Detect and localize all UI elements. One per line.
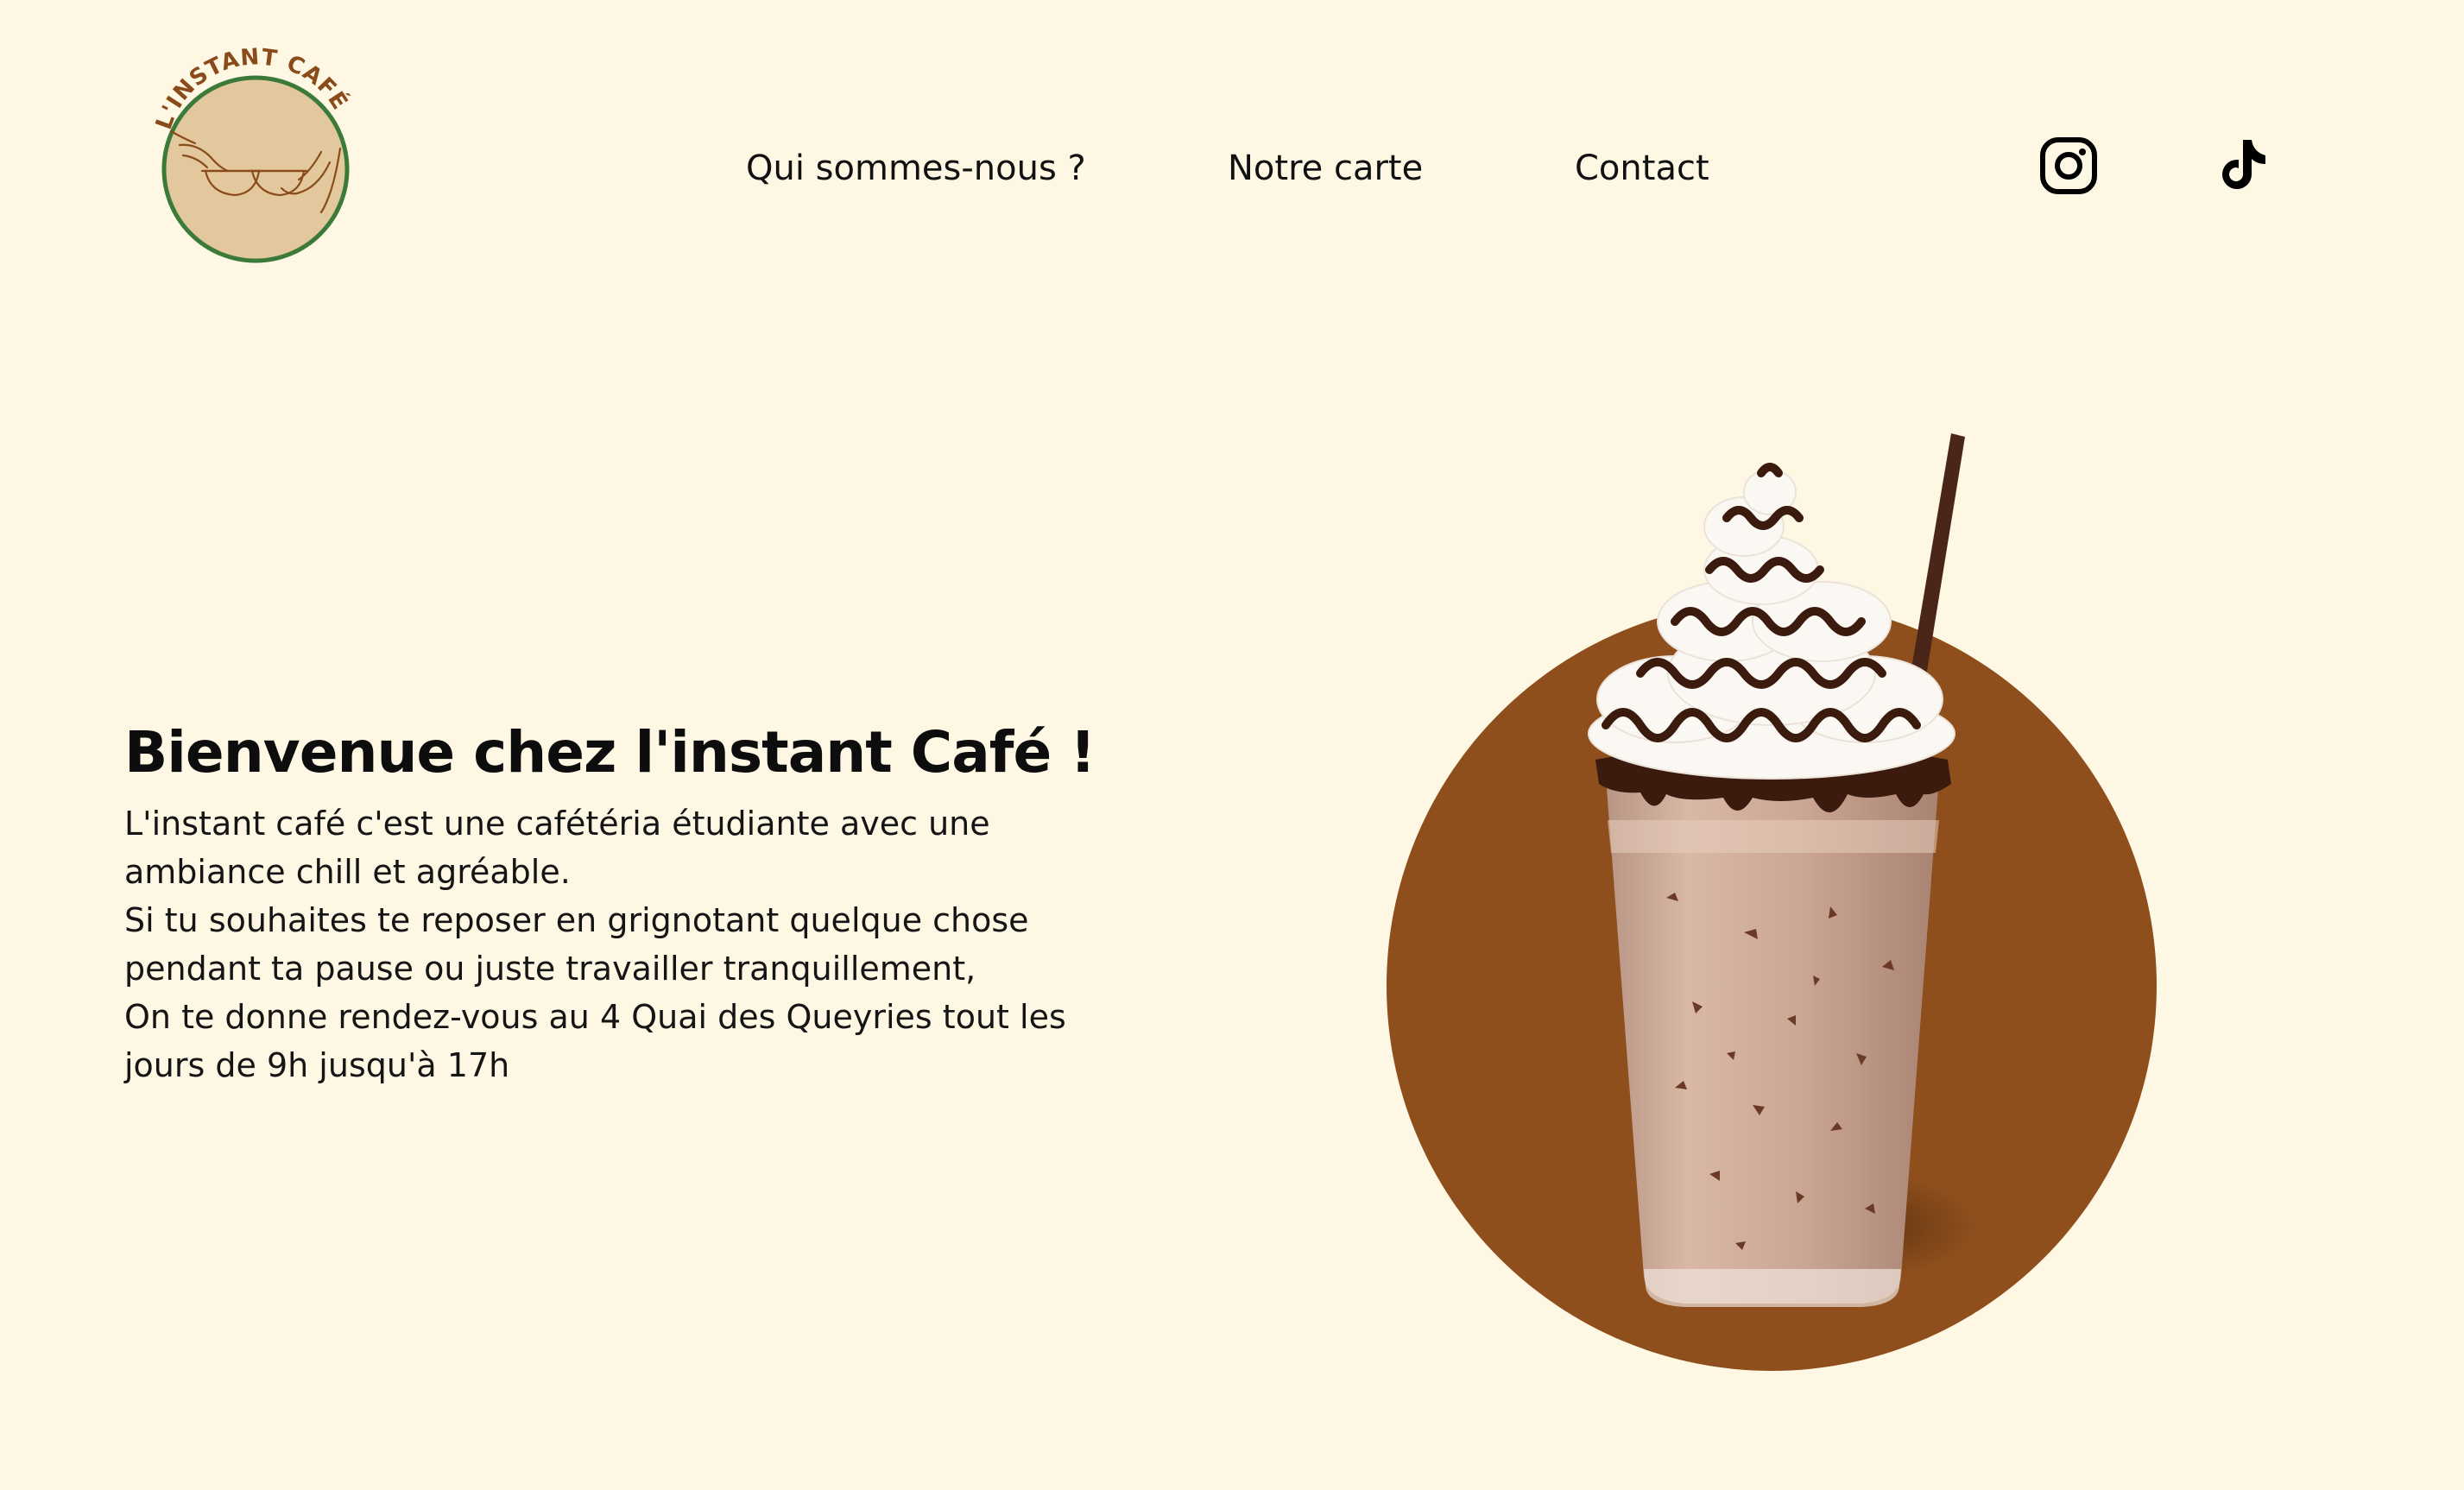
hero-image bbox=[1381, 414, 2158, 1381]
hero-description: L'instant café c'est une cafétéria étudi… bbox=[124, 799, 1126, 1089]
nav-link-menu[interactable]: Notre carte bbox=[1228, 138, 1423, 199]
nav-link-about[interactable]: Qui sommes-nous ? bbox=[746, 138, 1086, 199]
instagram-icon[interactable] bbox=[2038, 135, 2100, 197]
hero-title: Bienvenue chez l'instant Café ! bbox=[124, 719, 1096, 786]
hero-paragraph: L'instant café c'est une cafétéria étudi… bbox=[124, 805, 990, 891]
nav-link-contact[interactable]: Contact bbox=[1575, 138, 1709, 199]
hero-paragraph: Si tu souhaites te reposer en grignotant… bbox=[124, 901, 1029, 988]
frappe-drink-illustration bbox=[1387, 433, 2157, 1371]
tiktok-icon[interactable] bbox=[2210, 135, 2272, 197]
hero-paragraph: On te donne rendez-vous au 4 Quai des Qu… bbox=[124, 998, 1066, 1084]
